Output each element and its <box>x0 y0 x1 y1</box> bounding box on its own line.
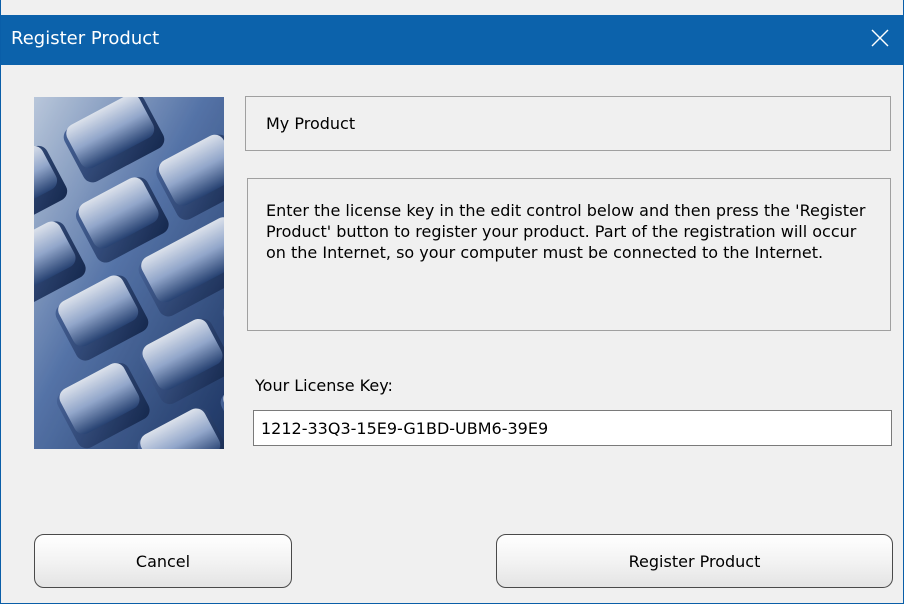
title-bar[interactable]: Register Product <box>1 15 904 65</box>
product-name-box: My Product <box>245 96 891 151</box>
keyboard-photo <box>34 97 224 449</box>
window-title: Register Product <box>11 28 160 49</box>
register-product-dialog: Register Product My Product Enter the li… <box>0 0 904 604</box>
product-name: My Product <box>266 114 356 133</box>
cancel-button[interactable]: Cancel <box>34 534 292 588</box>
license-key-input[interactable] <box>253 410 892 446</box>
license-key-label: Your License Key: <box>255 376 393 395</box>
instructions-text: Enter the license key in the edit contro… <box>266 201 866 262</box>
close-button[interactable] <box>863 21 897 55</box>
close-icon <box>871 29 889 47</box>
instructions-box: Enter the license key in the edit contro… <box>247 178 891 331</box>
register-product-button[interactable]: Register Product <box>496 534 893 588</box>
